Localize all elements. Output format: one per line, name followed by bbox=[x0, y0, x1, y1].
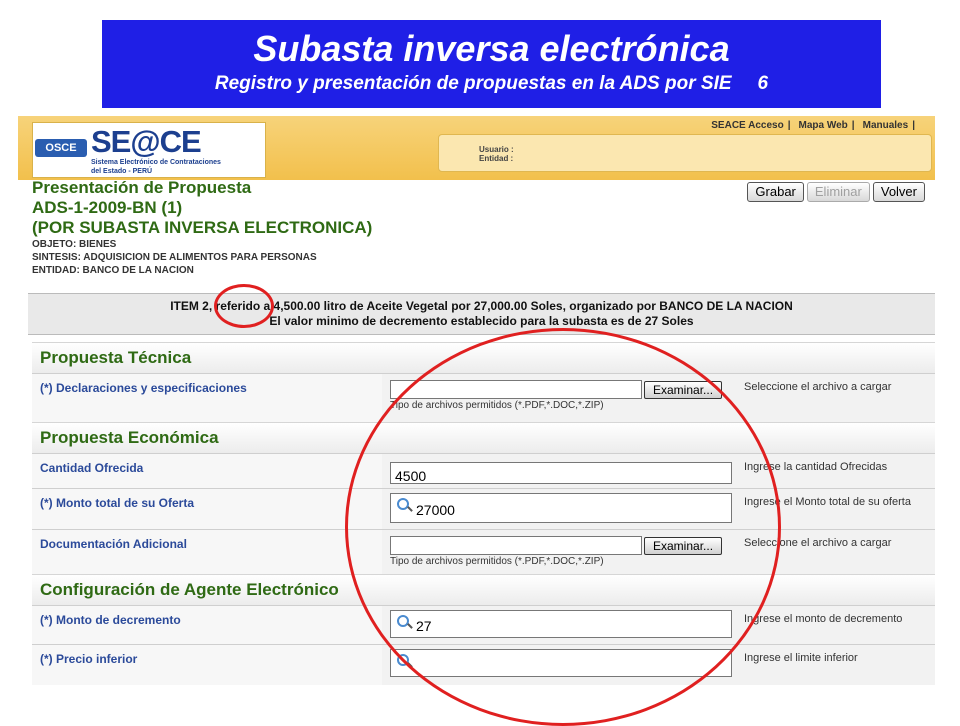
monto-label: (*) Monto total de su Oferta bbox=[32, 489, 382, 529]
cantidad-label: Cantidad Ofrecida bbox=[32, 454, 382, 488]
item-info-box: ITEM 2, referido a 4,500.00 litro de Ace… bbox=[28, 293, 935, 335]
link-seace-acceso[interactable]: SEACE Acceso bbox=[711, 120, 783, 131]
page-title-block: Presentación de Propuesta ADS-1-2009-BN … bbox=[32, 178, 372, 277]
grabar-button[interactable]: Grabar bbox=[747, 182, 804, 202]
page-title: Presentación de Propuesta bbox=[32, 178, 252, 197]
highlight-circle-item bbox=[214, 284, 274, 328]
item-description: ITEM 2, referido a 4,500.00 litro de Ace… bbox=[170, 299, 793, 313]
process-type: (POR SUBASTA INVERSA ELECTRONICA) bbox=[32, 218, 373, 237]
precio-label: (*) Precio inferior bbox=[32, 645, 382, 685]
entidad-text: ENTIDAD: BANCO DE LA NACION bbox=[32, 265, 194, 276]
volver-button[interactable]: Volver bbox=[872, 182, 925, 202]
user-info-box: Usuario : Entidad : bbox=[438, 134, 932, 172]
banner-subtitle: Registro y presentación de propuestas en… bbox=[102, 70, 881, 98]
logo-tagline-1: Sistema Electrónico de Contrataciones bbox=[91, 159, 221, 166]
action-buttons: Grabar Eliminar Volver bbox=[744, 182, 925, 202]
seace-logo-text: SE@CE bbox=[91, 124, 202, 159]
objeto-text: OBJETO: BIENES bbox=[32, 239, 117, 250]
top-links: SEACE Acceso | Mapa Web | Manuales | bbox=[711, 120, 915, 131]
link-mapa-web[interactable]: Mapa Web bbox=[799, 120, 848, 131]
banner-title: Subasta inversa electrónica bbox=[253, 28, 730, 69]
decremento-hint: Ingrese el monto de decremento bbox=[744, 613, 903, 625]
banner-subtitle-text: Registro y presentación de propuestas en… bbox=[214, 73, 732, 94]
documentacion-label: Documentación Adicional bbox=[32, 530, 382, 574]
title-banner: Subasta inversa electrónica Registro y p… bbox=[102, 20, 881, 108]
osce-logo-text: OSCE bbox=[35, 139, 87, 157]
declaraciones-label: (*) Declaraciones y especificaciones bbox=[32, 374, 382, 422]
seace-logo: OSCE SE@CE Sistema Electrónico de Contra… bbox=[32, 122, 266, 178]
eliminar-button[interactable]: Eliminar bbox=[806, 182, 870, 202]
sintesis-text: SINTESIS: ADQUISICION DE ALIMENTOS PARA … bbox=[32, 252, 317, 263]
decremento-label: (*) Monto de decremento bbox=[32, 606, 382, 644]
declaraciones-hint: Seleccione el archivo a cargar bbox=[744, 381, 892, 393]
entidad-label: Entidad : bbox=[479, 154, 514, 163]
highlight-circle-form-values bbox=[345, 328, 781, 726]
process-code: ADS-1-2009-BN (1) bbox=[32, 198, 183, 217]
link-manuales[interactable]: Manuales bbox=[863, 120, 909, 131]
seace-header: OSCE SE@CE Sistema Electrónico de Contra… bbox=[18, 116, 935, 180]
minimum-decrement-info: El valor minimo de decremento establecid… bbox=[269, 314, 694, 328]
usuario-label: Usuario : bbox=[479, 145, 514, 154]
precio-hint: Ingrese el limite inferior bbox=[744, 652, 858, 664]
logo-tagline-2: del Estado - PERÚ bbox=[91, 168, 153, 175]
slide-number: 6 bbox=[757, 73, 769, 94]
